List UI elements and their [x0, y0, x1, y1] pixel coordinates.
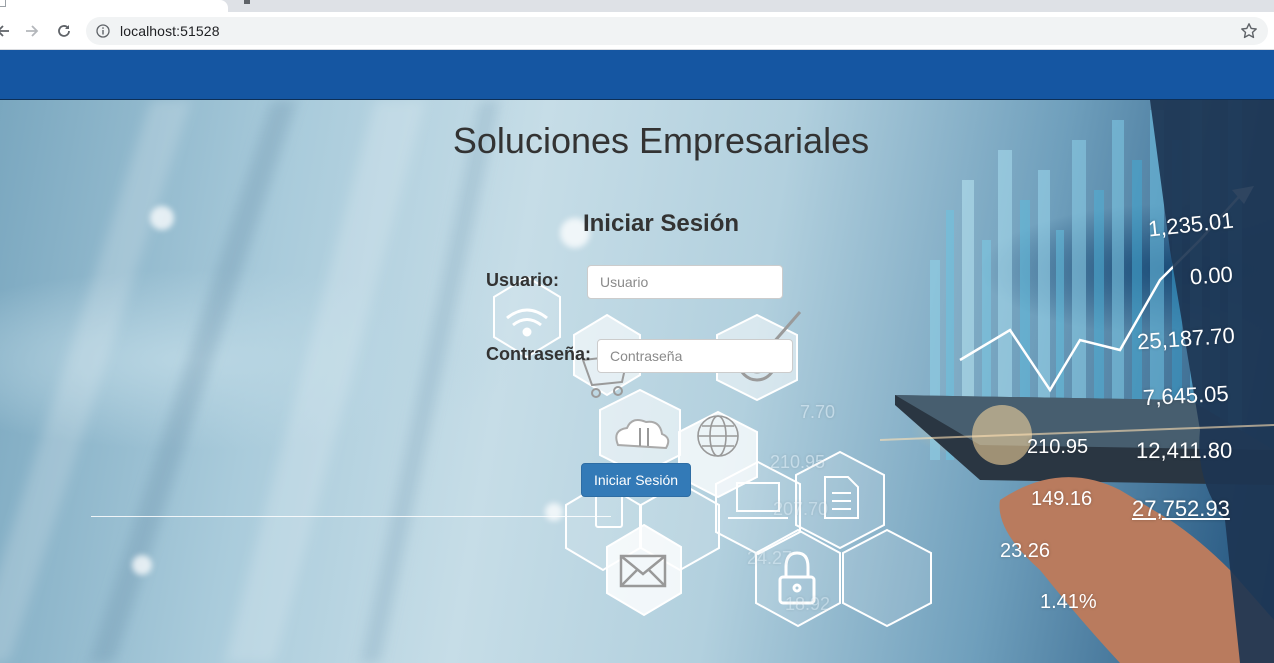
hero-background: 1,235.01 0.00 25,187.70 7,645.05 12,411.…	[0, 100, 1274, 663]
back-button[interactable]	[0, 20, 14, 42]
figure-label: 210.95	[1027, 436, 1089, 458]
horizontal-divider	[91, 516, 611, 517]
forward-arrow-icon	[26, 25, 39, 37]
username-label: Usuario:	[486, 270, 560, 290]
page-title: Soluciones Empresariales	[452, 120, 870, 161]
info-icon[interactable]	[96, 24, 110, 38]
figure-label: 7,645.05	[1142, 380, 1230, 411]
browser-tab[interactable]	[0, 0, 228, 12]
figure-label: 12,411.80	[1136, 438, 1233, 463]
figure-label: 1.41%	[1040, 591, 1097, 613]
reload-button[interactable]	[53, 20, 75, 42]
page-favicon-icon	[0, 0, 6, 7]
top-navbar	[0, 50, 1274, 100]
figure-label: 207.70	[773, 499, 829, 519]
login-heading: Iniciar Sesión	[582, 210, 740, 237]
figure-label: 23.26	[1000, 540, 1051, 562]
tab-strip	[0, 0, 1274, 12]
password-input[interactable]	[597, 339, 793, 373]
figure-label: 210.95	[770, 452, 826, 472]
decorative-graphics	[493, 100, 1274, 663]
figure-label: 149.16	[1031, 488, 1093, 510]
figure-label: 27,752.93	[1132, 496, 1230, 521]
tab-close-icon[interactable]	[244, 0, 250, 4]
browser-toolbar: localhost:51528	[0, 12, 1274, 50]
forward-button[interactable]	[21, 20, 43, 42]
address-bar[interactable]: localhost:51528	[86, 17, 1268, 45]
figure-label: 0.00	[1189, 261, 1234, 290]
url-text: localhost:51528	[120, 23, 220, 39]
back-arrow-icon	[0, 25, 9, 37]
figure-label: 18.92	[785, 594, 831, 614]
figure-label: 24.27	[747, 548, 793, 568]
login-button[interactable]: Iniciar Sesión	[581, 463, 691, 497]
figure-label: 7.70	[800, 402, 836, 422]
web-page: 1,235.01 0.00 25,187.70 7,645.05 12,411.…	[0, 50, 1274, 663]
star-icon[interactable]	[1240, 22, 1258, 40]
password-label: Contraseña:	[486, 344, 592, 364]
reload-icon	[58, 25, 70, 37]
username-input[interactable]	[587, 265, 783, 299]
